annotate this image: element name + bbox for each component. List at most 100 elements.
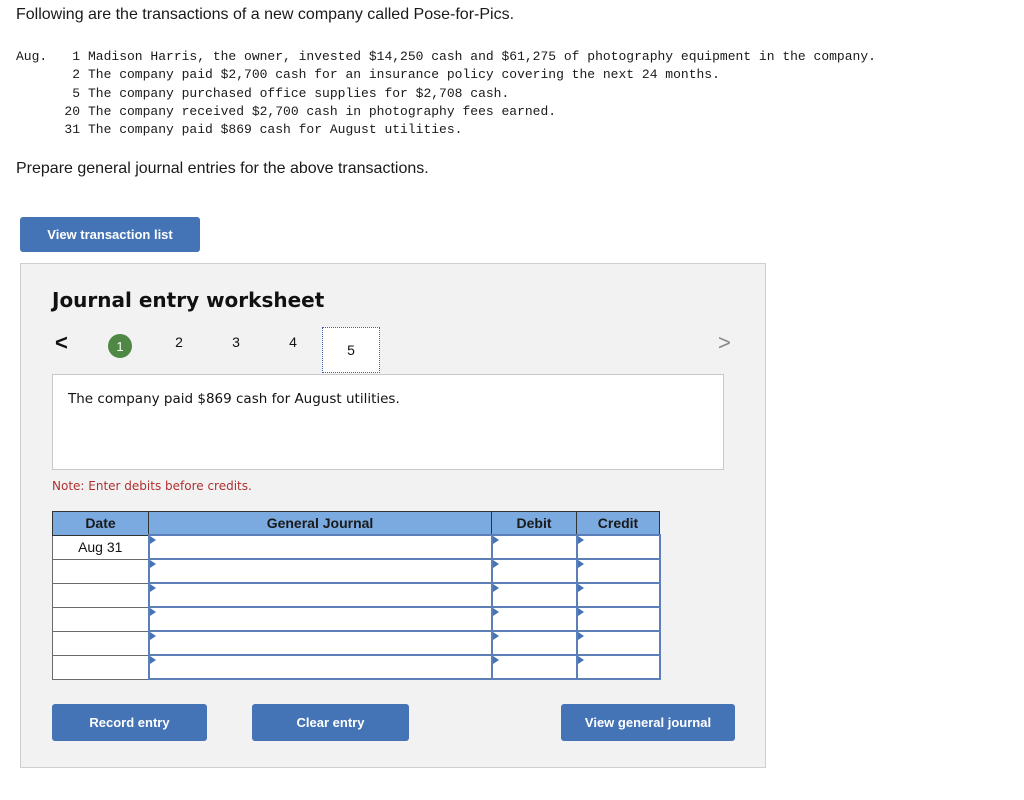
credit-input[interactable] — [577, 536, 659, 558]
transaction-day: 20 — [64, 103, 80, 119]
transaction-text: Madison Harris, the owner, invested $14,… — [88, 49, 876, 64]
header-general-journal: General Journal — [148, 511, 492, 536]
debit-input-cell — [490, 606, 578, 632]
clear-entry-button[interactable]: Clear entry — [252, 704, 409, 741]
transaction-day: 31 — [64, 122, 80, 138]
transaction-row: 20 The company received $2,700 cash in p… — [16, 103, 876, 121]
debit-input[interactable] — [492, 632, 576, 654]
dropdown-marker-icon — [492, 632, 499, 640]
step-5-selected[interactable]: 5 — [322, 327, 380, 373]
dropdown-marker-icon — [149, 584, 156, 592]
date-cell — [52, 606, 149, 632]
account-input[interactable] — [149, 608, 491, 630]
debit-input-cell — [490, 582, 578, 608]
header-debit: Debit — [491, 511, 577, 536]
debit-input-cell — [490, 630, 578, 656]
debit-input[interactable] — [492, 584, 576, 606]
transaction-text: The company paid $2,700 cash for an insu… — [88, 67, 720, 83]
credit-input-cell — [575, 630, 661, 656]
dropdown-marker-icon — [492, 608, 499, 616]
transaction-list: Aug. 1 Madison Harris, the owner, invest… — [16, 48, 876, 139]
account-input-cell — [147, 582, 493, 608]
credit-input[interactable] — [577, 608, 659, 630]
transaction-text: The company received $2,700 cash in phot… — [88, 103, 557, 119]
debits-credits-note: Note: Enter debits before credits. — [52, 479, 252, 493]
table-row — [52, 654, 661, 680]
debit-input-cell — [490, 558, 578, 584]
transaction-row: 5 The company purchased office supplies … — [16, 85, 876, 103]
debit-input[interactable] — [492, 608, 576, 630]
dropdown-marker-icon — [577, 536, 584, 544]
instruction-text: Prepare general journal entries for the … — [16, 160, 429, 177]
date-cell — [52, 630, 149, 656]
credit-input-cell — [575, 582, 661, 608]
account-input-cell — [147, 534, 493, 560]
transaction-row: Aug. 1 Madison Harris, the owner, invest… — [16, 48, 876, 66]
dropdown-marker-icon — [149, 560, 156, 568]
transaction-text: The company purchased office supplies fo… — [88, 85, 510, 101]
dropdown-marker-icon — [149, 632, 156, 640]
transaction-text: The company paid $869 cash for August ut… — [88, 122, 463, 138]
view-transaction-list-button[interactable]: View transaction list — [20, 217, 200, 252]
debit-input[interactable] — [492, 560, 576, 582]
account-input-cell — [147, 606, 493, 632]
account-input-cell — [147, 558, 493, 584]
credit-input-cell — [575, 534, 661, 560]
transaction-month: Aug. — [16, 49, 48, 64]
dropdown-marker-icon — [149, 608, 156, 616]
table-header-row: Date General Journal Debit Credit — [52, 511, 660, 536]
debit-input[interactable] — [492, 656, 576, 678]
dropdown-marker-icon — [577, 560, 584, 568]
step-2[interactable]: 2 — [167, 334, 191, 350]
credit-input[interactable] — [577, 584, 659, 606]
transaction-description: The company paid $869 cash for August ut… — [52, 374, 724, 470]
transaction-day: 1 — [72, 49, 80, 64]
date-cell — [52, 582, 149, 608]
dropdown-marker-icon — [577, 608, 584, 616]
table-row — [52, 558, 661, 584]
dropdown-marker-icon — [492, 584, 499, 592]
record-entry-button[interactable]: Record entry — [52, 704, 207, 741]
worksheet-title: Journal entry worksheet — [52, 288, 325, 312]
table-row — [52, 582, 661, 608]
view-general-journal-button[interactable]: View general journal — [561, 704, 735, 741]
transaction-row: 2 The company paid $2,700 cash for an in… — [16, 66, 876, 84]
account-input[interactable] — [149, 632, 491, 654]
dropdown-marker-icon — [577, 632, 584, 640]
account-input[interactable] — [149, 584, 491, 606]
date-cell — [52, 654, 149, 680]
dropdown-marker-icon — [492, 656, 499, 664]
account-input[interactable] — [149, 536, 491, 558]
dropdown-marker-icon — [492, 560, 499, 568]
table-row — [52, 606, 661, 632]
account-input[interactable] — [149, 656, 491, 678]
credit-input[interactable] — [577, 656, 659, 678]
header-date: Date — [52, 511, 149, 536]
credit-input-cell — [575, 558, 661, 584]
next-arrow-icon[interactable]: > — [718, 330, 731, 356]
debit-input-cell — [490, 534, 578, 560]
credit-input[interactable] — [577, 560, 659, 582]
transaction-row: 31 The company paid $869 cash for August… — [16, 121, 876, 139]
step-1-completed[interactable]: 1 — [108, 334, 132, 358]
credit-input-cell — [575, 654, 661, 680]
transaction-day: 5 — [72, 85, 80, 101]
credit-input[interactable] — [577, 632, 659, 654]
dropdown-marker-icon — [149, 536, 156, 544]
date-cell: Aug 31 — [52, 534, 149, 560]
journal-entry-worksheet: Journal entry worksheet < 1 2 3 4 5 > Th… — [20, 263, 766, 768]
step-4[interactable]: 4 — [281, 334, 305, 350]
date-cell — [52, 558, 149, 584]
debit-input-cell — [490, 654, 578, 680]
previous-arrow-icon[interactable]: < — [55, 330, 68, 356]
dropdown-marker-icon — [492, 536, 499, 544]
step-3[interactable]: 3 — [224, 334, 248, 350]
transaction-day: 2 — [72, 67, 80, 83]
journal-table: Date General Journal Debit Credit Aug 31 — [52, 511, 661, 680]
table-row — [52, 630, 661, 656]
dropdown-marker-icon — [149, 656, 156, 664]
credit-input-cell — [575, 606, 661, 632]
account-input[interactable] — [149, 560, 491, 582]
debit-input[interactable] — [492, 536, 576, 558]
table-row: Aug 31 — [52, 534, 661, 560]
